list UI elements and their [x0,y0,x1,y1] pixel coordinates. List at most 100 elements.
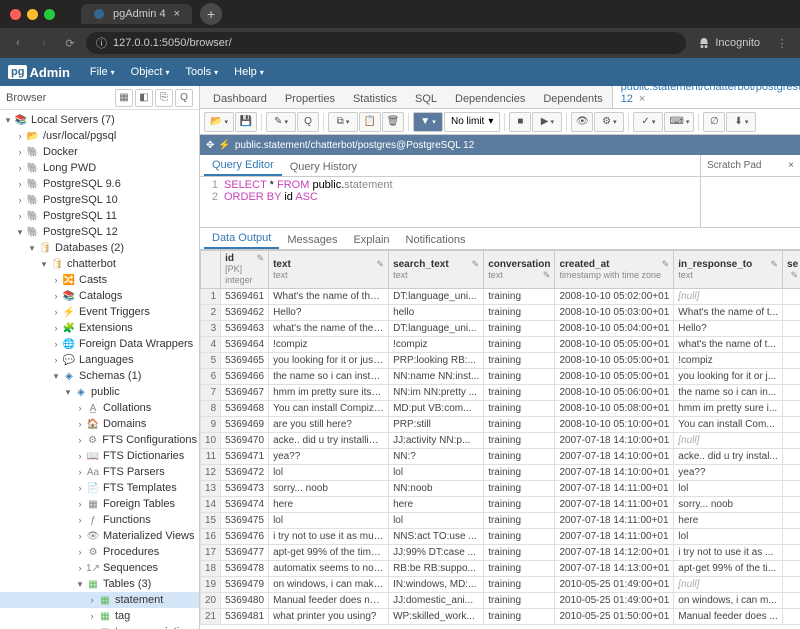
expand-icon[interactable]: › [50,307,62,317]
tree-node[interactable]: ›🐘PostgreSQL 9.6 [0,176,199,192]
expand-icon[interactable]: › [74,451,86,461]
expand-icon[interactable]: › [14,147,26,157]
cell[interactable] [783,385,800,401]
cell[interactable] [783,337,800,353]
cell[interactable]: training [484,545,555,561]
row-number[interactable]: 18 [201,561,221,577]
cell[interactable] [783,289,800,305]
main-tab[interactable]: Dependencies [446,89,534,108]
edit-button[interactable]: ✎ [266,112,296,132]
cell[interactable]: DT:language_uni... [389,289,484,305]
paste-button[interactable]: 📋 [359,112,381,132]
cell[interactable]: PRP:still [389,417,484,433]
result-tab[interactable]: Notifications [398,231,474,249]
tree-node[interactable]: ▾📚Local Servers (7) [0,112,199,128]
cell[interactable]: JJ:99% DT:case ... [389,545,484,561]
cell[interactable]: [null] [674,433,783,449]
expand-icon[interactable]: › [74,435,86,445]
download-button[interactable]: ⬇ [726,112,756,132]
column-header[interactable]: se✎ [783,251,800,289]
table-row[interactable]: 155369475lolloltraining2007-07-18 14:11:… [201,513,800,529]
cell[interactable] [783,497,800,513]
cell[interactable]: 5369463 [221,321,269,337]
cell[interactable]: are you still here? [269,417,389,433]
expand-icon[interactable]: › [50,339,62,349]
cell[interactable]: training [484,609,555,625]
cell[interactable]: you looking for it or j... [674,369,783,385]
cell[interactable]: Manual feeder does not work for me [269,593,389,609]
tree-node[interactable]: ▾🛢Databases (2) [0,240,199,256]
table-row[interactable]: 165369476i try not to use it as much as … [201,529,800,545]
minimize-window-icon[interactable] [27,9,38,20]
row-number[interactable]: 1 [201,289,221,305]
cell[interactable]: MD:put VB:com... [389,401,484,417]
cell[interactable]: 5369464 [221,337,269,353]
cell[interactable]: training [484,321,555,337]
row-number[interactable]: 11 [201,449,221,465]
row-number[interactable]: 14 [201,497,221,513]
result-tab[interactable]: Explain [345,231,397,249]
cell[interactable]: 2010-05-25 01:49:00+01 [555,593,674,609]
row-number[interactable]: 9 [201,417,221,433]
cell[interactable]: here [269,497,389,513]
tree-node[interactable]: ›AaFTS Parsers [0,464,199,480]
cell[interactable]: training [484,513,555,529]
tree-node[interactable]: ›⚙Procedures [0,544,199,560]
table-row[interactable]: 45369464!compiz!compiztraining2008-10-10… [201,337,800,353]
cell[interactable]: what's the name of t... [674,337,783,353]
cell[interactable]: 2007-07-18 14:10:00+01 [555,465,674,481]
cell[interactable] [783,561,800,577]
row-number[interactable]: 21 [201,609,221,625]
cell[interactable]: 2008-10-10 05:04:00+01 [555,321,674,337]
cell[interactable]: training [484,465,555,481]
expand-icon[interactable]: › [74,499,86,509]
column-header[interactable]: id✎[PK] integer [221,251,269,289]
expand-icon[interactable]: › [50,355,62,365]
cell[interactable]: yea?? [269,449,389,465]
table-row[interactable]: 125369472lolloltraining2007-07-18 14:10:… [201,465,800,481]
table-row[interactable]: 135369473sorry... noobNN:noobtraining200… [201,481,800,497]
cell[interactable] [783,321,800,337]
tree-node[interactable]: ▾🐘PostgreSQL 12 [0,224,199,240]
cell[interactable]: 5369479 [221,577,269,593]
expand-icon[interactable]: › [14,131,26,141]
cell[interactable]: 5369471 [221,449,269,465]
tree-node[interactable]: ›📄FTS Templates [0,480,199,496]
tree-node[interactable]: ▾▦Tables (3) [0,576,199,592]
row-number[interactable]: 19 [201,577,221,593]
row-number[interactable]: 20 [201,593,221,609]
expand-icon[interactable]: ▾ [74,579,86,590]
column-header[interactable]: in_response_to✎text [674,251,783,289]
table-row[interactable]: 15369461What's the name of that package … [201,289,800,305]
query-tab[interactable]: Query History [282,158,365,176]
cell[interactable]: 5369478 [221,561,269,577]
tree-node[interactable]: ›⚡Event Triggers [0,304,199,320]
close-window-icon[interactable] [10,9,21,20]
expand-icon[interactable]: ✥ [206,140,214,151]
row-number[interactable]: 6 [201,369,221,385]
open-file-button[interactable]: 📂 [204,112,234,132]
table-row[interactable]: 195369479on windows, i can make my print… [201,577,800,593]
cell[interactable]: 5369476 [221,529,269,545]
expand-icon[interactable]: › [74,531,86,541]
cell[interactable]: 5369462 [221,305,269,321]
cell[interactable]: 5369473 [221,481,269,497]
query-tab[interactable]: Query Editor [204,156,282,176]
expand-icon[interactable]: › [50,291,62,301]
cell[interactable]: 2008-10-10 05:05:00+01 [555,369,674,385]
cell[interactable]: automatix seems to not support p... [269,561,389,577]
main-tab[interactable]: Dependents [534,89,611,108]
cell[interactable]: !compiz [389,337,484,353]
cell[interactable] [783,465,800,481]
cell[interactable]: WP:skilled_work... [389,609,484,625]
tree-node[interactable]: ▾◈public [0,384,199,400]
cell[interactable]: 5369465 [221,353,269,369]
cell[interactable]: 5369475 [221,513,269,529]
cell[interactable]: 2008-10-10 05:03:00+01 [555,305,674,321]
cell[interactable]: 2008-10-10 05:08:00+01 [555,401,674,417]
expand-icon[interactable]: ▾ [2,115,14,126]
cell[interactable]: sorry... noob [674,497,783,513]
cell[interactable]: 5369477 [221,545,269,561]
cell[interactable]: 5369481 [221,609,269,625]
column-header[interactable]: conversation✎text [484,251,555,289]
